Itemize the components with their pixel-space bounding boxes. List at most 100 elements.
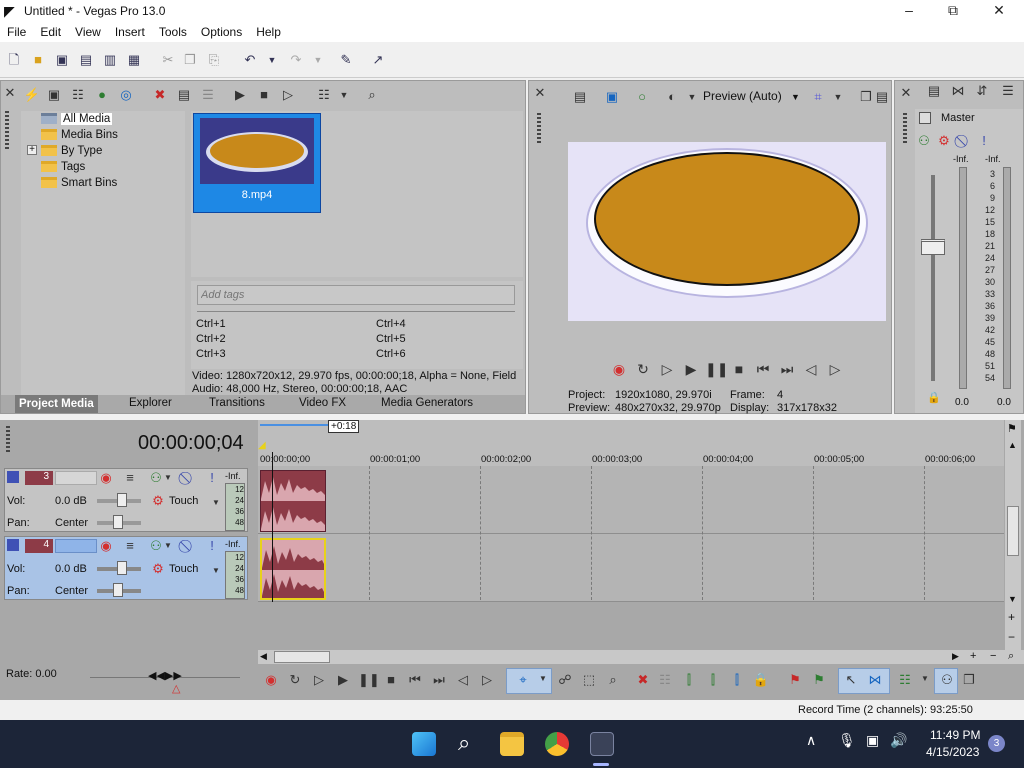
pane-grip[interactable] xyxy=(903,113,907,143)
import-media-icon[interactable]: ⚡ xyxy=(23,87,41,103)
shortcut-ctrl-4[interactable]: Ctrl+4 xyxy=(376,318,406,330)
preview-properties-icon[interactable]: ▤ xyxy=(571,89,589,105)
marker-icon[interactable]: ⚑ xyxy=(1007,422,1017,435)
master-fx-icon[interactable]: ⚙ xyxy=(935,133,953,149)
properties-icon[interactable]: ▤ xyxy=(175,87,193,103)
media-thumbnail-selected[interactable]: 8.mp4 xyxy=(193,113,321,213)
previous-frame-icon[interactable]: ◁ xyxy=(801,361,821,378)
scroll-left-icon[interactable]: ◀ xyxy=(260,651,267,662)
scroll-up-icon[interactable]: ▲ xyxy=(1008,440,1017,450)
overlays-icon[interactable]: ⌗ xyxy=(809,89,827,105)
menu-file[interactable]: File xyxy=(0,22,33,39)
tree-expander[interactable]: + xyxy=(27,145,37,155)
play-icon[interactable]: ▶ xyxy=(681,361,701,378)
redo-dropdown-icon[interactable]: ▼ xyxy=(310,52,326,68)
auto-preview-icon[interactable]: ▷ xyxy=(279,87,297,103)
vegas-app-icon[interactable] xyxy=(590,732,614,756)
lock-envelopes-icon[interactable]: ⚇ xyxy=(938,672,956,688)
split-dropdown-icon[interactable]: ▼ xyxy=(683,89,701,105)
master-fader-handle[interactable] xyxy=(921,239,945,255)
shortcut-ctrl-3[interactable]: Ctrl+3 xyxy=(196,348,226,360)
time-ruler[interactable]: +0:18 ◢ 00:00:00;00 00:00:01;00 00:00:02… xyxy=(258,420,1004,466)
network-icon[interactable]: ▣ xyxy=(866,732,879,749)
clock-time[interactable]: 11:49 PM xyxy=(930,728,980,742)
tree-item-all-media[interactable]: All Media xyxy=(41,113,113,125)
menu-edit[interactable]: Edit xyxy=(33,22,68,39)
search-icon[interactable]: ⌕ xyxy=(458,730,470,756)
track-collapse-icon[interactable] xyxy=(7,471,19,483)
stop-icon[interactable]: ■ xyxy=(382,672,400,687)
play-icon[interactable]: ▶ xyxy=(334,672,352,688)
pane-grip[interactable] xyxy=(537,113,541,143)
minimize-button[interactable]: – xyxy=(894,2,924,18)
tree-item-by-type[interactable]: By Type xyxy=(41,145,102,157)
ignore-grouping-dropdown-icon[interactable]: ▼ xyxy=(916,674,934,683)
track-name-field[interactable] xyxy=(55,539,97,553)
render-icon[interactable]: ▥ xyxy=(102,52,118,68)
shortcut-ctrl-6[interactable]: Ctrl+6 xyxy=(376,348,406,360)
get-media-icon[interactable]: ☷ xyxy=(69,87,87,103)
zoom-in-icon[interactable]: + xyxy=(1008,610,1015,624)
clock-date[interactable]: 4/15/2023 xyxy=(926,745,979,759)
close-button[interactable]: ✕ xyxy=(984,2,1014,19)
menu-options[interactable]: Options xyxy=(194,22,249,39)
stop-icon[interactable]: ■ xyxy=(729,361,749,377)
zoom-tool-icon[interactable]: ⌕ xyxy=(604,672,622,688)
tab-explorer[interactable]: Explorer xyxy=(129,397,172,409)
solo-icon[interactable]: ! xyxy=(203,470,221,486)
microphone-icon[interactable]: 🎙 xyxy=(838,732,856,749)
notification-badge[interactable]: 3 xyxy=(988,735,1005,752)
maximize-button[interactable]: ⧉ xyxy=(938,2,968,19)
new-icon[interactable]: 🗋 xyxy=(6,52,22,68)
tree-item-media-bins[interactable]: Media Bins xyxy=(41,129,118,141)
paste-icon[interactable]: ⎘ xyxy=(206,52,222,68)
tab-media-generators[interactable]: Media Generators xyxy=(381,397,473,409)
h-scroll-thumb[interactable] xyxy=(274,651,330,663)
track-header-3[interactable]: 3 ◉ ≡ ⚇ ▼ ⃠ ! -Inf. Vol: 0.0 dB ⚙ Touch … xyxy=(4,468,248,532)
meter-options-icon[interactable]: ☰ xyxy=(999,83,1017,99)
chrome-icon[interactable] xyxy=(545,732,569,756)
preview-quality-dropdown[interactable]: Preview (Auto) ▼ xyxy=(703,89,800,103)
close-pane-icon[interactable]: ✕ xyxy=(1,85,19,101)
master-properties-icon[interactable]: ▤ xyxy=(925,83,943,99)
open-icon[interactable]: ■ xyxy=(30,52,46,68)
split-screen-icon[interactable]: ◐ xyxy=(663,89,681,105)
search-icon[interactable]: ⌕ xyxy=(363,87,381,103)
arm-record-icon[interactable]: ◉ xyxy=(97,538,115,554)
automation-dropdown-icon[interactable]: ▼ xyxy=(207,563,225,579)
save-as-icon[interactable]: ▤ xyxy=(78,52,94,68)
pan-slider-handle[interactable] xyxy=(113,583,123,597)
rate-slider-handle[interactable]: ◀◀▶▶ xyxy=(148,669,182,682)
tab-project-media[interactable]: Project Media xyxy=(15,395,98,413)
tab-video-fx[interactable]: Video FX xyxy=(299,397,346,409)
volume-slider-handle[interactable] xyxy=(117,561,127,575)
properties-icon[interactable]: ▦ xyxy=(126,52,142,68)
play-from-start-icon[interactable]: ▷ xyxy=(657,361,677,378)
whats-this-icon[interactable]: ↗ xyxy=(370,52,386,68)
pan-slider-handle[interactable] xyxy=(113,515,123,529)
tree-item-smart-bins[interactable]: Smart Bins xyxy=(41,177,117,189)
views-dropdown-icon[interactable]: ▼ xyxy=(335,87,353,103)
automation-gear-icon[interactable]: ⚙ xyxy=(149,561,167,577)
track-fx-dropdown-icon[interactable]: ▼ xyxy=(159,538,177,554)
ignore-grouping-icon[interactable]: ☷ xyxy=(896,672,914,688)
file-explorer-icon[interactable] xyxy=(500,732,524,756)
loop-icon[interactable]: ↻ xyxy=(633,361,653,378)
paint-icon[interactable]: ✎ xyxy=(338,52,354,68)
audio-clip-track-4-selected[interactable] xyxy=(260,538,326,600)
trim-end-icon[interactable]: ⫿ xyxy=(704,672,722,688)
record-icon[interactable]: ◉ xyxy=(609,361,629,378)
web-media-icon[interactable]: ● xyxy=(93,87,111,103)
auto-ripple-icon[interactable]: ↖ xyxy=(842,672,860,688)
vertical-scrollbar[interactable]: ⚑ ▲ ▼ + − xyxy=(1005,420,1021,654)
go-to-start-icon[interactable]: ⏮ xyxy=(406,672,424,688)
automation-icon[interactable]: ≡ xyxy=(121,470,139,486)
pause-icon[interactable]: ❚❚ xyxy=(358,672,380,688)
views-icon[interactable]: ☷ xyxy=(315,87,333,103)
menu-view[interactable]: View xyxy=(68,22,108,39)
automation-mode[interactable]: Touch xyxy=(169,495,198,507)
delete-icon[interactable]: ✖ xyxy=(634,672,652,688)
menu-tools[interactable]: Tools xyxy=(152,22,194,39)
dim-output-icon[interactable]: ⇵ xyxy=(973,83,991,99)
volume-icon[interactable]: 🔊 xyxy=(890,732,907,749)
